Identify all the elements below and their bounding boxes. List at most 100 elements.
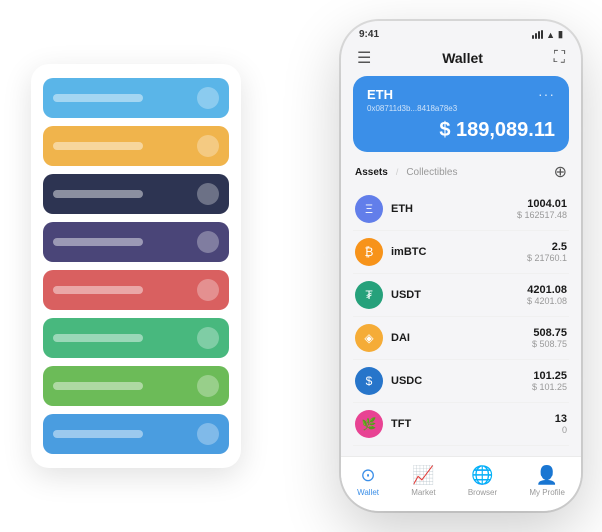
card-item-6[interactable] bbox=[43, 366, 229, 406]
status-icons: ▲ ▮ bbox=[532, 29, 563, 40]
nav-item-browser[interactable]: 🌐 Browser bbox=[468, 465, 497, 497]
asset-amount-eth: 1004.01 bbox=[517, 198, 567, 210]
eth-card-menu[interactable]: ··· bbox=[538, 86, 555, 102]
menu-icon[interactable]: ☰ bbox=[357, 48, 371, 68]
nav-icon-0: ⊙ bbox=[361, 465, 376, 486]
card-item-4[interactable] bbox=[43, 270, 229, 310]
nav-item-my-profile[interactable]: 👤 My Profile bbox=[529, 465, 565, 497]
asset-name-dai: DAI bbox=[391, 332, 410, 344]
eth-card-balance: $ 189,089.11 bbox=[367, 119, 555, 142]
asset-row-tft[interactable]: 🌿 TFT 130 bbox=[353, 403, 569, 446]
asset-list: Ξ ETH 1004.01$ 162517.48 ₿ imBTC 2.5$ 21760.1… bbox=[353, 188, 569, 446]
asset-usd-usdc: $ 101.25 bbox=[532, 382, 567, 392]
asset-right-0: 1004.01$ 162517.48 bbox=[517, 198, 567, 220]
asset-icon-dai: ◈ bbox=[355, 324, 383, 352]
page-title: Wallet bbox=[442, 50, 483, 66]
asset-icon-usdc: $ bbox=[355, 367, 383, 395]
status-time: 9:41 bbox=[359, 29, 379, 40]
asset-left-3: ◈ DAI bbox=[355, 324, 410, 352]
asset-row-dai[interactable]: ◈ DAI 508.75$ 508.75 bbox=[353, 317, 569, 360]
card-label-0 bbox=[53, 94, 143, 102]
asset-right-5: 130 bbox=[555, 413, 567, 435]
card-label-1 bbox=[53, 142, 143, 150]
bottom-nav: ⊙ Wallet 📈 Market 🌐 Browser 👤 My Profile bbox=[341, 456, 581, 511]
nav-icon-1: 📈 bbox=[412, 465, 434, 486]
asset-right-4: 101.25$ 101.25 bbox=[532, 370, 567, 392]
asset-amount-usdt: 4201.08 bbox=[527, 284, 567, 296]
card-icon-3 bbox=[197, 231, 219, 253]
phone-header: ☰ Wallet ⛶ bbox=[341, 44, 581, 76]
nav-label-0: Wallet bbox=[357, 488, 379, 497]
tab-assets[interactable]: Assets bbox=[355, 167, 388, 178]
asset-right-1: 2.5$ 21760.1 bbox=[527, 241, 567, 263]
card-icon-6 bbox=[197, 375, 219, 397]
expand-icon[interactable]: ⛶ bbox=[554, 49, 565, 67]
asset-usd-imbtc: $ 21760.1 bbox=[527, 253, 567, 263]
wifi-icon: ▲ bbox=[546, 30, 555, 40]
nav-label-3: My Profile bbox=[529, 488, 565, 497]
asset-row-eth[interactable]: Ξ ETH 1004.01$ 162517.48 bbox=[353, 188, 569, 231]
card-item-0[interactable] bbox=[43, 78, 229, 118]
asset-amount-dai: 508.75 bbox=[532, 327, 567, 339]
eth-card-header: ETH ··· bbox=[367, 86, 555, 102]
card-icon-0 bbox=[197, 87, 219, 109]
assets-header: Assets / Collectibles ⊕ bbox=[353, 162, 569, 182]
card-label-5 bbox=[53, 334, 143, 342]
asset-right-3: 508.75$ 508.75 bbox=[532, 327, 567, 349]
asset-name-usdc: USDC bbox=[391, 375, 422, 387]
card-label-4 bbox=[53, 286, 143, 294]
nav-icon-2: 🌐 bbox=[471, 465, 493, 486]
asset-row-imbtc[interactable]: ₿ imBTC 2.5$ 21760.1 bbox=[353, 231, 569, 274]
scene: 9:41 ▲ ▮ ☰ Wallet ⛶ ETH bbox=[11, 11, 591, 521]
card-label-7 bbox=[53, 430, 143, 438]
assets-tabs: Assets / Collectibles bbox=[355, 167, 457, 178]
asset-row-usdc[interactable]: $ USDC 101.25$ 101.25 bbox=[353, 360, 569, 403]
tab-divider: / bbox=[396, 167, 399, 177]
asset-row-usdt[interactable]: ₮USDT 4201.08$ 4201.08 bbox=[353, 274, 569, 317]
card-item-7[interactable] bbox=[43, 414, 229, 454]
asset-right-2: 4201.08$ 4201.08 bbox=[527, 284, 567, 306]
phone-content: ETH ··· 0x08711d3b...8418a78e3 $ 189,089… bbox=[341, 76, 581, 456]
nav-item-wallet[interactable]: ⊙ Wallet bbox=[357, 465, 379, 497]
card-icon-7 bbox=[197, 423, 219, 445]
asset-name-eth: ETH bbox=[391, 203, 413, 215]
asset-name-tft: TFT bbox=[391, 418, 411, 430]
asset-left-1: ₿ imBTC bbox=[355, 238, 426, 266]
asset-usd-eth: $ 162517.48 bbox=[517, 210, 567, 220]
asset-usd-tft: 0 bbox=[555, 425, 567, 435]
card-icon-4 bbox=[197, 279, 219, 301]
signal-icon bbox=[532, 30, 543, 39]
asset-amount-usdc: 101.25 bbox=[532, 370, 567, 382]
asset-left-2: ₮USDT bbox=[355, 281, 421, 309]
card-label-2 bbox=[53, 190, 143, 198]
card-label-6 bbox=[53, 382, 143, 390]
asset-name-imbtc: imBTC bbox=[391, 246, 426, 258]
card-item-2[interactable] bbox=[43, 174, 229, 214]
asset-icon-usdt: ₮ bbox=[355, 281, 383, 309]
add-asset-button[interactable]: ⊕ bbox=[554, 162, 567, 182]
asset-icon-tft: 🌿 bbox=[355, 410, 383, 438]
nav-label-2: Browser bbox=[468, 488, 497, 497]
phone-frame: 9:41 ▲ ▮ ☰ Wallet ⛶ ETH bbox=[341, 21, 581, 511]
asset-icon-imbtc: ₿ bbox=[355, 238, 383, 266]
nav-item-market[interactable]: 📈 Market bbox=[411, 465, 435, 497]
asset-usd-usdt: $ 4201.08 bbox=[527, 296, 567, 306]
card-item-1[interactable] bbox=[43, 126, 229, 166]
asset-amount-imbtc: 2.5 bbox=[527, 241, 567, 253]
card-icon-1 bbox=[197, 135, 219, 157]
card-item-5[interactable] bbox=[43, 318, 229, 358]
asset-icon-eth: Ξ bbox=[355, 195, 383, 223]
nav-label-1: Market bbox=[411, 488, 435, 497]
battery-icon: ▮ bbox=[558, 29, 563, 40]
asset-left-4: $ USDC bbox=[355, 367, 422, 395]
eth-card[interactable]: ETH ··· 0x08711d3b...8418a78e3 $ 189,089… bbox=[353, 76, 569, 152]
nav-icon-3: 👤 bbox=[536, 465, 558, 486]
card-label-3 bbox=[53, 238, 143, 246]
card-list bbox=[31, 64, 241, 468]
tab-collectibles[interactable]: Collectibles bbox=[406, 167, 457, 178]
card-icon-2 bbox=[197, 183, 219, 205]
asset-left-5: 🌿 TFT bbox=[355, 410, 411, 438]
asset-usd-dai: $ 508.75 bbox=[532, 339, 567, 349]
card-item-3[interactable] bbox=[43, 222, 229, 262]
eth-card-name: ETH bbox=[367, 87, 393, 102]
